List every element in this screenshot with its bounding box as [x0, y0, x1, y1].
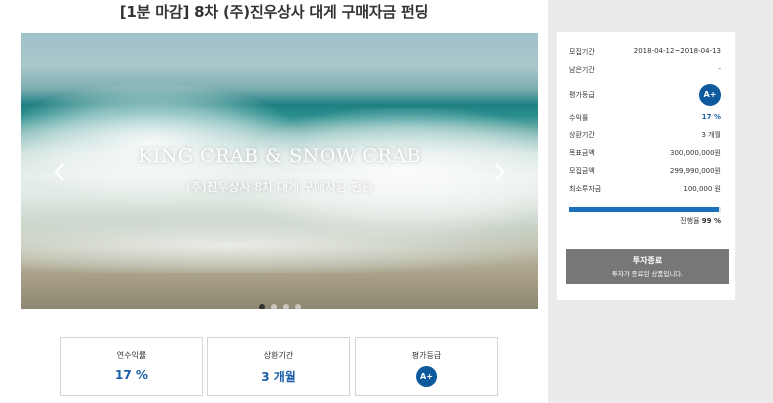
summary-row: 목표금액 300,000,000원	[569, 146, 721, 160]
summary-row-label: 목표금액	[569, 149, 595, 157]
summary-row-value: 3 개월	[701, 131, 721, 139]
info-box-label: 평가등급	[411, 351, 442, 360]
summary-row-value: 17 %	[701, 113, 721, 121]
info-box-label: 연수익률	[116, 351, 147, 360]
progress-label: 진행율	[680, 217, 700, 225]
grade-badge: A+	[699, 84, 721, 106]
funding-progress-fill	[569, 207, 720, 212]
carousel-dot[interactable]	[258, 304, 265, 309]
summary-row: 모집금액 299,990,000원	[569, 164, 721, 178]
carousel-dot[interactable]	[294, 304, 301, 309]
summary-row: 평가등급 A+	[569, 84, 721, 106]
summary-row-label: 수익률	[569, 114, 589, 122]
summary-row-label: 남은기간	[569, 66, 595, 74]
summary-row-label: 모집기간	[569, 48, 595, 56]
summary-row-label: 평가등급	[569, 91, 595, 99]
info-box-label: 상환기간	[263, 351, 294, 360]
summary-row-label: 모집금액	[569, 167, 595, 175]
carousel-dot[interactable]	[282, 304, 289, 309]
funding-progress-bar	[569, 207, 721, 212]
page-title: [1분 마감] 8차 (주)진우상사 대게 구매자금 펀딩	[119, 3, 429, 21]
hero-carousel[interactable]: KING CRAB & SNOW CRAB (주)진우상사 8차 대게 구매자금…	[21, 33, 538, 309]
summary-row-value: -	[718, 65, 721, 73]
summary-row-value: 299,990,000원	[670, 167, 721, 175]
carousel-dots	[21, 295, 538, 309]
progress-value: 99 %	[701, 217, 721, 225]
wave-foam-decoration	[21, 218, 538, 273]
info-box-value: 3 개월	[261, 370, 296, 384]
chevron-right-icon[interactable]	[490, 161, 508, 183]
summary-row-label: 상환기간	[569, 131, 595, 139]
info-box-grade: 평가등급 A+	[355, 337, 498, 396]
summary-row: 남은기간 -	[569, 63, 721, 77]
summary-row-value: 300,000,000원	[670, 149, 721, 157]
investment-closed-button[interactable]: 투자종료 투자가 종료된 상품입니다.	[566, 249, 729, 284]
summary-row: 최소투자금 100,000 원	[569, 182, 721, 196]
main-column: [1분 마감] 8차 (주)진우상사 대게 구매자금 펀딩 KING CRAB …	[0, 0, 548, 403]
summary-row-value: 100,000 원	[683, 185, 721, 193]
chevron-left-icon[interactable]	[51, 161, 69, 183]
hero-title: KING CRAB & SNOW CRAB	[138, 145, 421, 167]
summary-row-label: 최소투자금	[569, 185, 602, 193]
carousel-dot[interactable]	[270, 304, 277, 309]
grade-badge: A+	[416, 366, 437, 387]
summary-row-value: 2018-04-12~2018-04-13	[633, 47, 721, 55]
funding-progress-text: 진행율 99 %	[569, 216, 721, 226]
summary-row: 모집기간 2018-04-12~2018-04-13	[569, 45, 721, 59]
investment-summary-panel: 모집기간 2018-04-12~2018-04-13 남은기간 - 평가등급 A…	[557, 32, 735, 300]
info-box-repayment-period: 상환기간 3 개월	[207, 337, 350, 396]
summary-row: 수익률 17 %	[569, 111, 721, 125]
summary-row: 상환기간 3 개월	[569, 128, 721, 142]
closed-button-subtitle: 투자가 종료된 상품입니다.	[611, 271, 684, 278]
hero-subtitle: (주)진우상사 8차 대게 구매자금 펀딩	[186, 180, 373, 194]
info-box-yield: 연수익률 17 %	[60, 337, 203, 396]
closed-button-title: 투자종료	[632, 256, 663, 265]
info-box-value: 17 %	[115, 368, 148, 382]
